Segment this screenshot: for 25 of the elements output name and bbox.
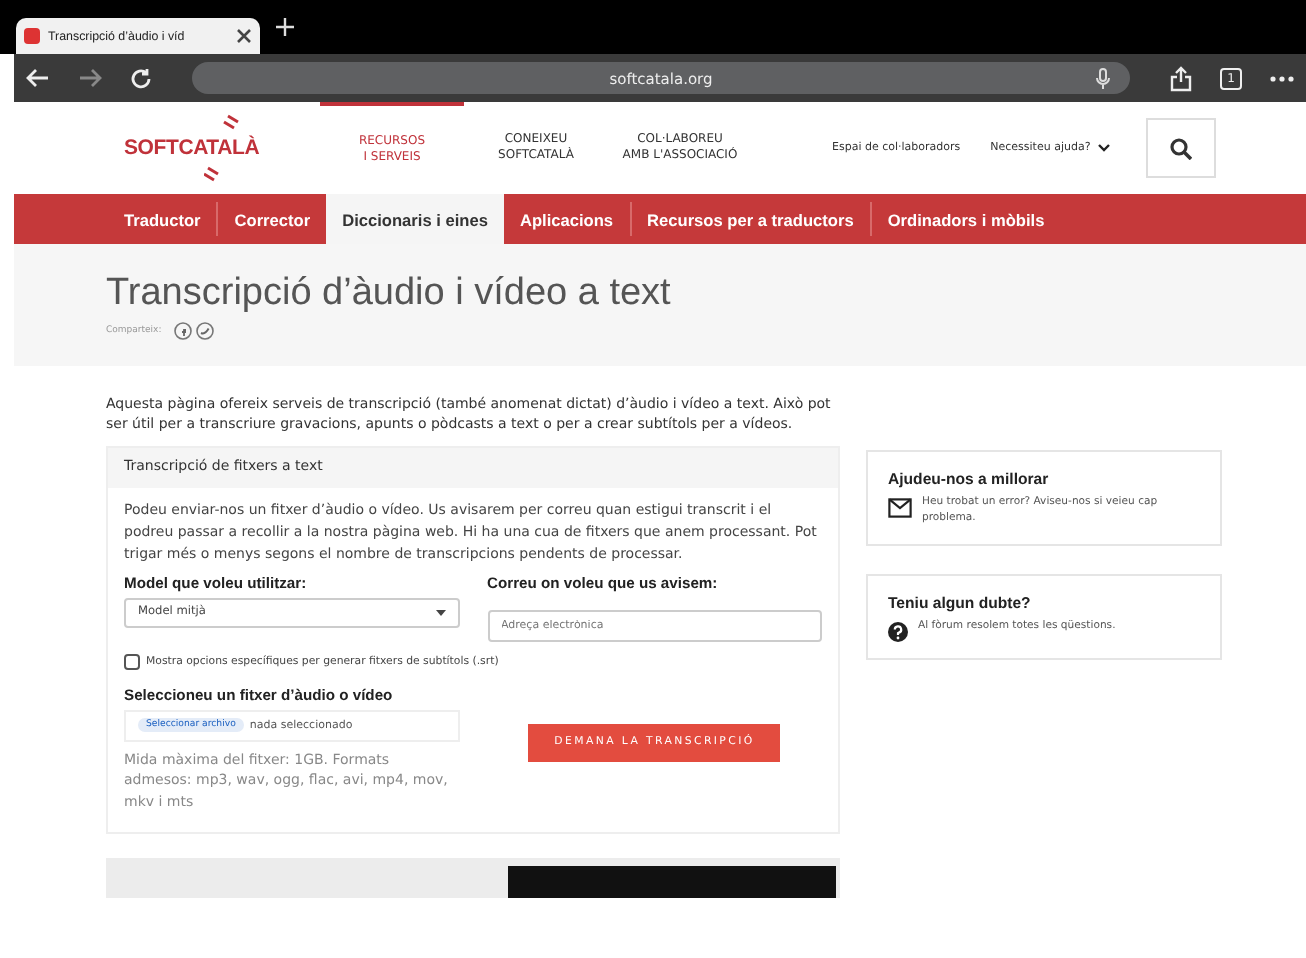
help-icon	[888, 621, 908, 642]
subtitle-checkbox[interactable]	[124, 653, 140, 670]
share-icon[interactable]	[1170, 65, 1192, 91]
back-icon[interactable]	[26, 68, 50, 88]
new-tab-icon[interactable]	[276, 18, 294, 36]
search-button[interactable]	[1146, 118, 1217, 178]
facebook-icon[interactable]	[173, 321, 192, 340]
nav-tab[interactable]: Ordinadors i mòbils	[869, 202, 1061, 236]
chevron-down-icon[interactable]	[1098, 144, 1111, 152]
close-icon[interactable]	[236, 28, 252, 44]
more-icon[interactable]	[1270, 75, 1294, 81]
caret-icon	[435, 609, 445, 616]
logo-text[interactable]: SOFTCATALÀ	[124, 136, 260, 160]
reload-icon[interactable]	[130, 67, 152, 89]
nav-tab[interactable]: Aplicacions	[503, 202, 630, 236]
envelope-icon	[888, 498, 912, 518]
twitter-icon[interactable]	[195, 321, 214, 340]
nav-tab[interactable]: Recursos per a traductors	[629, 202, 870, 236]
search-icon	[1170, 137, 1193, 159]
nav-tab[interactable]: Diccionaris i eines	[326, 194, 504, 244]
page-title: Transcripció d’àudio i vídeo a text	[106, 272, 673, 318]
nav-tab[interactable]: Traductor	[108, 202, 217, 236]
favicon-icon	[24, 28, 40, 44]
microphone-icon[interactable]	[1096, 68, 1110, 90]
forward-icon[interactable]	[78, 68, 102, 88]
